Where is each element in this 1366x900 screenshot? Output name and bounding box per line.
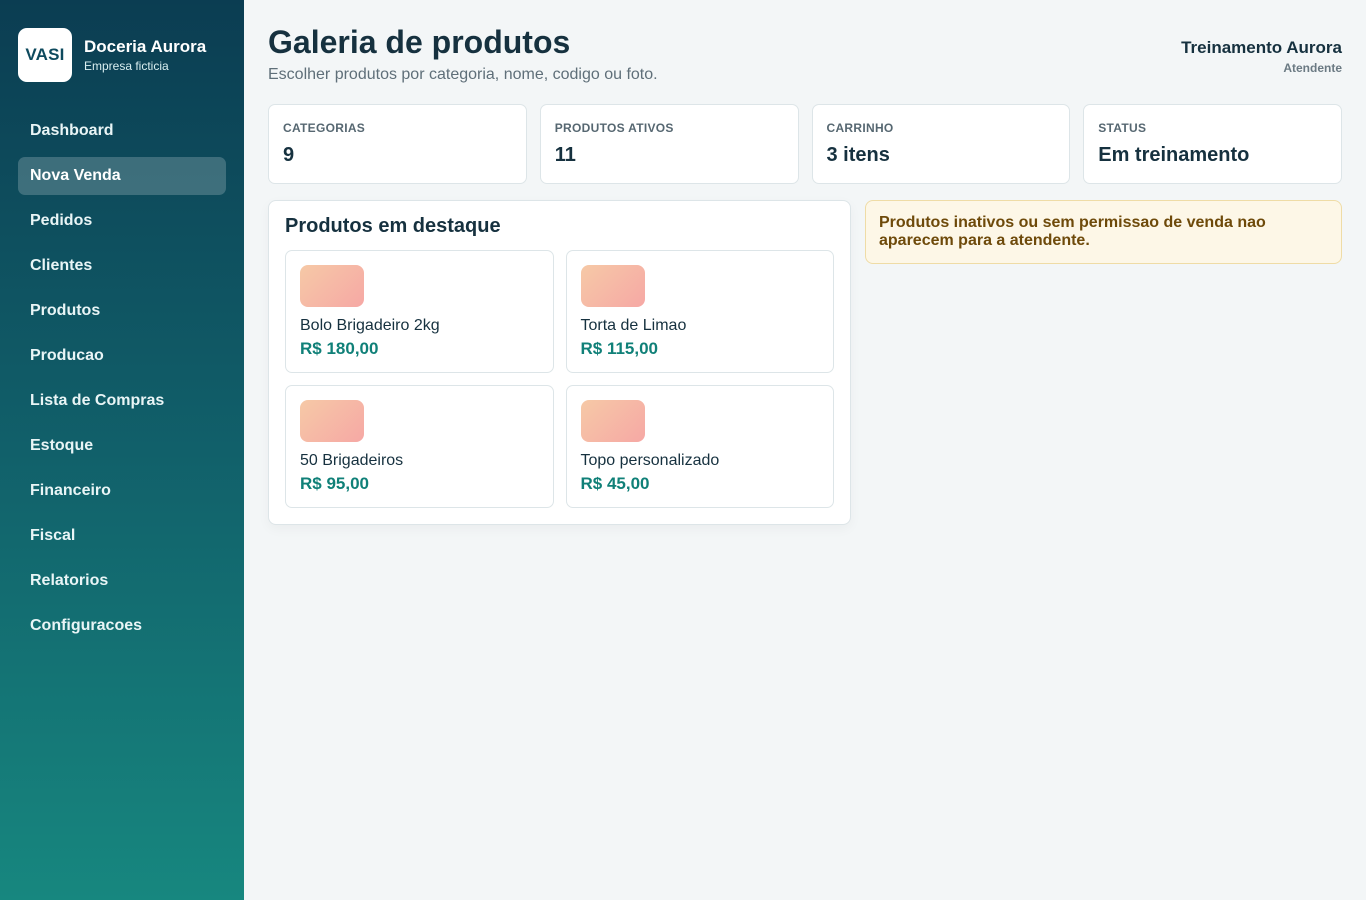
- product-price: R$ 45,00: [580, 474, 650, 493]
- featured-title: Produtos em destaque: [285, 215, 501, 237]
- sidebar-item-financeiro[interactable]: Financeiro: [18, 472, 226, 510]
- brand: VASI Doceria Aurora Empresa ficticia: [18, 28, 226, 82]
- stat-label: STATUS: [1098, 121, 1147, 135]
- stat-label: PRODUTOS ATIVOS: [554, 121, 674, 135]
- sidebar-item-estoque[interactable]: Estoque: [18, 427, 226, 465]
- brand-name: Doceria Aurora: [84, 37, 207, 56]
- sidebar-item-fiscal[interactable]: Fiscal: [18, 517, 226, 555]
- stats-row: CATEGORIAS 9 PRODUTOS ATIVOS 11 CARRINHO…: [268, 104, 1342, 184]
- sidebar-item-producao[interactable]: Producao: [18, 337, 226, 375]
- stat-card-produtos-ativos: PRODUTOS ATIVOS 11: [539, 104, 799, 184]
- sidebar-item-relatorios[interactable]: Relatorios: [18, 562, 226, 600]
- product-card[interactable]: Topo personalizado R$ 45,00: [565, 385, 834, 508]
- user-role: Atendente: [1283, 61, 1342, 75]
- product-name: 50 Brigadeiros: [300, 452, 404, 469]
- user-info: Treinamento Aurora Atendente: [1181, 38, 1342, 75]
- product-photo: [580, 400, 645, 442]
- sidebar-item-clientes[interactable]: Clientes: [18, 247, 226, 285]
- brand-text: Doceria Aurora Empresa ficticia: [84, 37, 206, 73]
- stat-label: CATEGORIAS: [283, 121, 366, 135]
- stat-value: 9: [283, 144, 295, 166]
- stat-value: 11: [554, 144, 576, 166]
- product-price: R$ 180,00: [300, 339, 379, 358]
- notice-banner: Produtos inativos ou sem permissao de ve…: [865, 200, 1342, 264]
- stat-card-carrinho: CARRINHO 3 itens: [811, 104, 1071, 184]
- product-price: R$ 115,00: [580, 339, 659, 358]
- product-photo: [580, 265, 645, 307]
- sidebar-item-dashboard[interactable]: Dashboard: [18, 112, 226, 150]
- sidebar-item-nova-venda[interactable]: Nova Venda: [18, 157, 226, 195]
- main-content: Galeria de produtos Escolher produtos po…: [244, 0, 1366, 900]
- stat-label: CARRINHO: [826, 121, 894, 135]
- sidebar: VASI Doceria Aurora Empresa ficticia Das…: [0, 0, 244, 900]
- content-row: Produtos em destaque Bolo Brigadeiro 2kg…: [268, 200, 1342, 525]
- product-card[interactable]: Bolo Brigadeiro 2kg R$ 180,00: [285, 250, 554, 373]
- page-heading: Galeria de produtos Escolher produtos po…: [268, 24, 658, 84]
- product-card[interactable]: 50 Brigadeiros R$ 95,00: [285, 385, 554, 508]
- brand-subtitle: Empresa ficticia: [84, 59, 169, 73]
- product-name: Bolo Brigadeiro 2kg: [300, 317, 440, 334]
- sidebar-item-configuracoes[interactable]: Configuracoes: [18, 607, 226, 645]
- stat-value: 3 itens: [826, 144, 890, 166]
- product-name: Topo personalizado: [580, 452, 720, 469]
- brand-logo: VASI: [18, 28, 72, 82]
- product-photo: [300, 265, 364, 307]
- product-photo: [300, 400, 364, 442]
- product-card[interactable]: Torta de Limao R$ 115,00: [565, 250, 834, 373]
- page-header: Galeria de produtos Escolher produtos po…: [268, 24, 1342, 84]
- sidebar-nav: Dashboard Nova Venda Pedidos Clientes Pr…: [18, 112, 226, 645]
- user-name: Treinamento Aurora: [1181, 38, 1342, 57]
- product-name: Torta de Limao: [580, 317, 687, 334]
- product-grid: Bolo Brigadeiro 2kg R$ 180,00 Torta de L…: [285, 250, 834, 508]
- sidebar-item-produtos[interactable]: Produtos: [18, 292, 226, 330]
- stat-card-categorias: CATEGORIAS 9: [268, 104, 527, 184]
- featured-products-panel: Produtos em destaque Bolo Brigadeiro 2kg…: [268, 200, 851, 525]
- page-subtitle: Escolher produtos por categoria, nome, c…: [268, 66, 658, 83]
- app-root: VASI Doceria Aurora Empresa ficticia Das…: [0, 0, 1366, 900]
- page-title: Galeria de produtos: [268, 24, 571, 60]
- stat-value: Em treinamento: [1098, 144, 1250, 166]
- sidebar-item-lista-de-compras[interactable]: Lista de Compras: [18, 382, 226, 420]
- stat-card-status: STATUS Em treinamento: [1083, 104, 1342, 184]
- product-price: R$ 95,00: [300, 474, 369, 493]
- sidebar-item-pedidos[interactable]: Pedidos: [18, 202, 226, 240]
